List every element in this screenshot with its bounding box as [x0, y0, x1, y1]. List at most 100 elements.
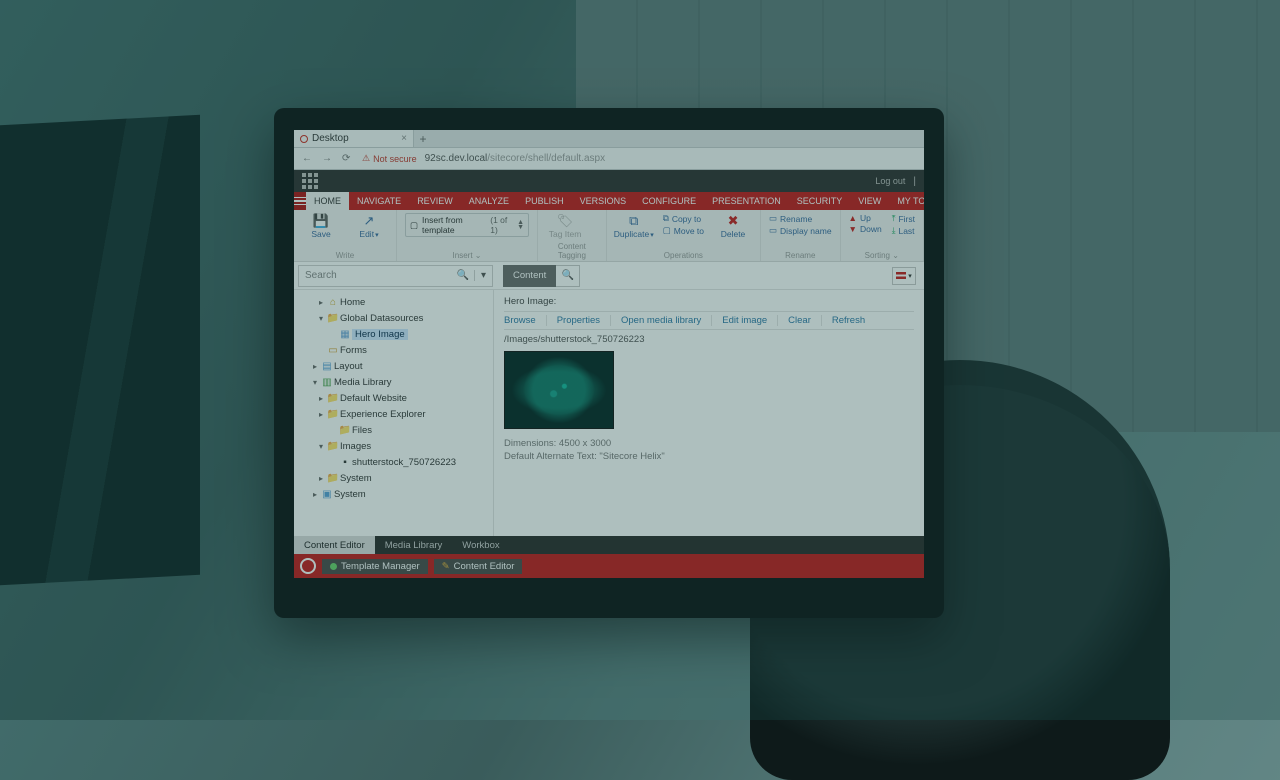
move-to-button[interactable]: ▢Move to: [663, 225, 704, 236]
tree-files[interactable]: 📁Files: [294, 422, 493, 438]
rename-button[interactable]: ▭Rename: [769, 213, 832, 224]
app-header: Log out |: [294, 170, 924, 192]
section-title: Hero Image:: [504, 296, 914, 307]
first-icon: ⤒: [892, 213, 896, 224]
folder-icon: 📁: [326, 313, 340, 324]
item-icon: ▦: [338, 329, 352, 340]
search-icon[interactable]: 🔍: [452, 270, 474, 281]
not-secure-badge[interactable]: Not secure: [362, 153, 417, 164]
back-button[interactable]: ←: [302, 153, 314, 164]
tab-publish[interactable]: PUBLISH: [517, 192, 572, 210]
system-icon: ▣: [320, 489, 334, 500]
group-operations: Operations: [615, 251, 752, 261]
properties-link[interactable]: Properties: [546, 315, 600, 326]
content-editor-chip[interactable]: ✎Content Editor: [434, 559, 523, 574]
search-dropdown[interactable]: ▾: [474, 270, 492, 281]
tab-title: Desktop: [312, 133, 349, 144]
display-name-button[interactable]: ▭Display name: [769, 225, 832, 236]
ribbon-tabs: HOME NAVIGATE REVIEW ANALYZE PUBLISH VER…: [294, 192, 924, 210]
tab-configure[interactable]: CONFIGURE: [634, 192, 704, 210]
tab-home[interactable]: HOME: [306, 192, 349, 210]
logout-link[interactable]: Log out: [875, 176, 905, 186]
launchpad-icon[interactable]: [302, 173, 318, 189]
sitecore-logo-icon[interactable]: [300, 558, 316, 574]
content-search-button[interactable]: 🔍: [556, 265, 580, 287]
tab-view[interactable]: VIEW: [850, 192, 889, 210]
up-icon: ▲: [849, 213, 857, 223]
tree-layout[interactable]: ▸▤Layout: [294, 358, 493, 374]
group-rename: Rename: [769, 251, 832, 261]
tab-media-library[interactable]: Media Library: [375, 536, 453, 554]
tree-system-root[interactable]: ▸▣System: [294, 486, 493, 502]
tab-presentation[interactable]: PRESENTATION: [704, 192, 789, 210]
move-icon: ▢: [663, 225, 671, 236]
hamburger-icon[interactable]: [294, 192, 306, 210]
language-picker[interactable]: ▾: [892, 267, 916, 285]
group-sorting: Sorting ⌄: [849, 251, 915, 261]
tab-content-editor[interactable]: Content Editor: [294, 536, 375, 554]
tab-navigate[interactable]: NAVIGATE: [349, 192, 409, 210]
header-divider: |: [913, 176, 916, 187]
sort-down-button[interactable]: ▼Down: [849, 224, 882, 234]
tree-media-library[interactable]: ▾▥Media Library: [294, 374, 493, 390]
edit-icon: ↗: [361, 213, 377, 229]
browse-link[interactable]: Browse: [504, 315, 536, 326]
page-spinner[interactable]: ▲▼: [517, 220, 524, 230]
browser-tab[interactable]: Desktop ×: [294, 130, 414, 147]
sort-last-button[interactable]: ⤓Last: [892, 225, 915, 236]
tree-images[interactable]: ▾📁Images: [294, 438, 493, 454]
close-tab-icon[interactable]: ×: [401, 133, 407, 144]
ribbon: 💾Save ↗Edit▾ Write ▢ Insert from templat…: [294, 210, 924, 262]
copy-to-button[interactable]: ⧉Copy to: [663, 213, 704, 224]
tab-analyze[interactable]: ANALYZE: [461, 192, 517, 210]
open-media-library-link[interactable]: Open media library: [610, 315, 701, 326]
tab-security[interactable]: SECURITY: [789, 192, 851, 210]
template-manager-chip[interactable]: Template Manager: [322, 559, 428, 574]
image-path: /Images/shutterstock_750726223: [504, 334, 914, 345]
group-insert: Insert ⌄: [405, 251, 529, 261]
image-icon: ▪: [338, 457, 352, 468]
sort-up-button[interactable]: ▲Up: [849, 213, 882, 223]
tree-experience-explorer[interactable]: ▸📁Experience Explorer: [294, 406, 493, 422]
tab-review[interactable]: REVIEW: [409, 192, 461, 210]
last-icon: ⤓: [892, 225, 896, 236]
tree-default-website[interactable]: ▸📁Default Website: [294, 390, 493, 406]
folder-icon: 📁: [326, 473, 340, 484]
clear-link[interactable]: Clear: [777, 315, 811, 326]
tree-forms[interactable]: ▭Forms: [294, 342, 493, 358]
tree-system[interactable]: ▸📁System: [294, 470, 493, 486]
url-field[interactable]: 92sc.dev.local/sitecore/shell/default.as…: [425, 153, 605, 164]
delete-icon: ✖: [725, 213, 741, 229]
content-tab[interactable]: Content: [503, 265, 556, 287]
folder-icon: 📁: [326, 409, 340, 420]
down-icon: ▼: [849, 224, 857, 234]
duplicate-icon: ⧉: [626, 213, 642, 229]
tree-home[interactable]: ▸⌂Home: [294, 294, 493, 310]
duplicate-button[interactable]: ⧉Duplicate▾: [615, 213, 653, 239]
image-thumbnail[interactable]: [504, 351, 614, 429]
edit-image-link[interactable]: Edit image: [711, 315, 767, 326]
tree-search-input[interactable]: Search 🔍 ▾: [298, 265, 493, 287]
tree-hero-image[interactable]: ▦Hero Image: [294, 326, 493, 342]
forward-button[interactable]: →: [322, 153, 334, 164]
tab-mytoolbar[interactable]: MY TOOLBAR: [889, 192, 924, 210]
tab-versions[interactable]: VERSIONS: [572, 192, 635, 210]
sort-first-button[interactable]: ⤒First: [892, 213, 915, 224]
tree-image-shutterstock[interactable]: ▪shutterstock_750726223: [294, 454, 493, 470]
delete-button[interactable]: ✖Delete: [714, 213, 752, 239]
content-tree[interactable]: ▸⌂Home ▾📁Global Datasources ▦Hero Image …: [294, 290, 494, 536]
tab-workbox[interactable]: Workbox: [452, 536, 509, 554]
folder-icon: 📁: [338, 425, 352, 436]
tree-global[interactable]: ▾📁Global Datasources: [294, 310, 493, 326]
layout-icon: ▤: [320, 361, 334, 372]
edit-button[interactable]: ↗Edit▾: [350, 213, 388, 239]
new-tab-button[interactable]: +: [414, 130, 432, 147]
image-actions: Browse Properties Open media library Edi…: [504, 311, 914, 330]
reload-button[interactable]: ⟳: [342, 153, 354, 164]
save-button[interactable]: 💾Save: [302, 213, 340, 239]
refresh-link[interactable]: Refresh: [821, 315, 865, 326]
copy-icon: ⧉: [663, 213, 669, 224]
rename-icon: ▭: [769, 213, 777, 224]
pencil-icon: ✎: [442, 561, 450, 572]
insert-from-template[interactable]: ▢ Insert from template (1 of 1) ▲▼: [405, 213, 529, 237]
